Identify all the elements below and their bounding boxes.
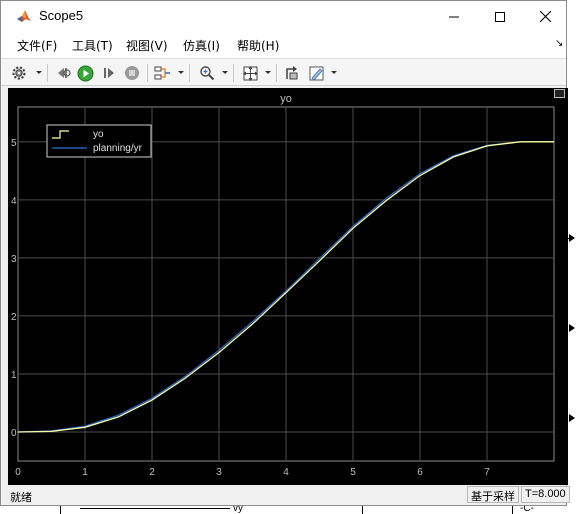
highlight-block-icon [286, 66, 298, 80]
autoscale-dropdown-arrow[interactable] [265, 71, 271, 74]
x-tick-label: 1 [82, 467, 88, 478]
minimize-button[interactable] [431, 1, 477, 32]
pin-icon[interactable]: ↘ [555, 38, 563, 49]
style-dropdown-arrow[interactable] [331, 71, 337, 74]
toolbar-separator [147, 64, 148, 82]
toolbar-separator [47, 64, 48, 82]
step-back-button[interactable] [53, 63, 73, 83]
x-tick-label: 3 [216, 467, 222, 478]
connector-arrow [569, 414, 575, 422]
scope-plot[interactable]: 0 1 2 3 4 5 6 7 0 1 2 3 4 5 yo yo planning/yr [8, 88, 568, 485]
minimize-icon [449, 16, 459, 17]
menu-view[interactable]: 视图(V) [126, 37, 168, 54]
x-tick-label: 6 [417, 467, 423, 478]
maximize-button[interactable] [477, 1, 523, 32]
scope-window: Scope5 文件(F) 工具(T) 视图(V) 仿真(I) 帮助(H) ↘ 0… [0, 0, 570, 506]
y-tick-label: 2 [11, 312, 17, 323]
style-button[interactable] [306, 63, 326, 83]
x-tick-label: 7 [484, 467, 490, 478]
signal-select-dropdown-arrow[interactable] [178, 71, 184, 74]
matlab-icon [16, 8, 32, 24]
run-button[interactable] [75, 63, 95, 83]
step-back-icon [58, 68, 71, 78]
zoom-dropdown-arrow[interactable] [222, 71, 228, 74]
menu-simulation[interactable]: 仿真(I) [183, 37, 220, 54]
sample-mode-indicator: 基于采样 [467, 486, 519, 503]
legend-label-yo: yo [93, 129, 104, 140]
y-tick-label: 5 [11, 138, 17, 149]
title-bar[interactable]: Scope5 [1, 1, 566, 32]
signal-select-button[interactable] [153, 63, 173, 83]
y-tick-label: 3 [11, 254, 17, 265]
status-bar: 就绪 基于采样 T=8.000 [1, 485, 570, 505]
plot-title: yo [280, 93, 292, 105]
y-tick-label: 0 [11, 428, 17, 439]
menu-bar: 文件(F) 工具(T) 视图(V) 仿真(I) 帮助(H) ↘ [1, 32, 566, 58]
menu-file[interactable]: 文件(F) [17, 37, 57, 54]
toolbar-separator [189, 64, 190, 82]
autoscale-icon [242, 65, 258, 81]
close-button[interactable] [522, 1, 568, 32]
legend-label-planning-yr: planning/yr [93, 143, 143, 154]
toolbar [1, 58, 566, 86]
style-icon [309, 66, 323, 81]
toolbar-separator [276, 64, 277, 82]
scope-plot-panel[interactable]: 0 1 2 3 4 5 6 7 0 1 2 3 4 5 yo yo planning/yr [8, 88, 568, 485]
x-tick-label: 4 [283, 467, 289, 478]
stop-icon [125, 66, 139, 80]
gear-icon [12, 66, 26, 80]
x-tick-label: 2 [149, 467, 155, 478]
step-forward-button[interactable] [99, 63, 119, 83]
x-tick-label: 5 [350, 467, 356, 478]
stop-button[interactable] [122, 63, 142, 83]
maximize-icon [495, 11, 505, 22]
highlight-block-button[interactable] [282, 63, 302, 83]
run-icon [77, 65, 93, 81]
zoom-icon [200, 66, 215, 81]
settings-button[interactable] [9, 63, 29, 83]
connector-arrow [569, 234, 575, 242]
x-tick-label: 0 [15, 467, 21, 478]
signal-select-icon [154, 66, 170, 80]
close-icon [539, 11, 551, 22]
toolbar-separator [233, 64, 234, 82]
window-title: Scope5 [39, 8, 84, 23]
y-tick-label: 1 [11, 370, 17, 381]
connector-line [80, 508, 230, 509]
simulation-time-indicator: T=8.000 [521, 486, 570, 503]
autoscale-button[interactable] [240, 63, 260, 83]
step-forward-icon [104, 68, 114, 78]
y-tick-label: 4 [11, 196, 17, 207]
menu-tools[interactable]: 工具(T) [72, 37, 113, 54]
zoom-button[interactable] [197, 63, 217, 83]
status-text: 就绪 [10, 491, 32, 504]
menu-help[interactable]: 帮助(H) [237, 37, 279, 54]
connector-arrow [569, 324, 575, 332]
settings-dropdown-arrow[interactable] [36, 71, 42, 74]
undock-icon[interactable] [554, 89, 565, 98]
